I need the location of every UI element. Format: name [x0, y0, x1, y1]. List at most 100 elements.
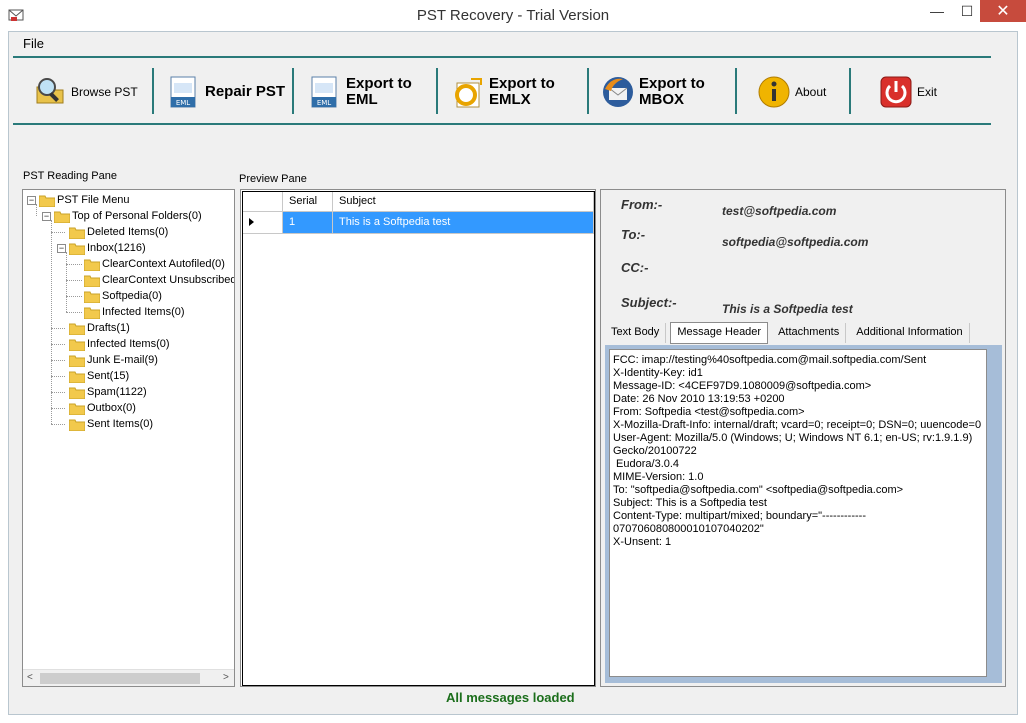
export-eml-button[interactable]: EML Export to EML [308, 70, 412, 114]
repair-pst-label: Repair PST [205, 83, 286, 100]
cell-serial[interactable]: 1 [283, 212, 333, 234]
tree-item-inbox-infected-items[interactable]: Infected Items(0) [84, 304, 185, 320]
tree-item-drafts[interactable]: Drafts(1) [69, 320, 130, 336]
browse-pst-label: Browse PST [71, 85, 138, 99]
thunderbird-icon [603, 77, 633, 107]
minimize-button[interactable]: — [920, 0, 954, 22]
cell-subject[interactable]: This is a Softpedia test [333, 212, 594, 234]
status-text: All messages loaded [446, 690, 575, 705]
folder-icon [84, 291, 100, 303]
vertical-scrollbar[interactable] [988, 349, 1002, 677]
export-emlx-line2: EMLX [489, 91, 531, 108]
folder-icon [69, 339, 85, 351]
toolbar-divider-bottom [13, 123, 991, 125]
message-details-pane: From:- test@softpedia.com To:- softpedia… [600, 189, 1006, 687]
repair-pst-button[interactable]: EML Repair PST [167, 70, 285, 114]
to-value: softpedia@softpedia.com [722, 235, 869, 249]
tree-item-spam[interactable]: Spam(1122) [69, 384, 147, 400]
scroll-right-icon[interactable]: > [223, 672, 229, 683]
folder-icon [54, 211, 70, 223]
from-value: test@softpedia.com [722, 204, 837, 218]
close-button[interactable]: ✕ [980, 0, 1026, 22]
preview-pane-label: Preview Pane [239, 173, 307, 185]
tree-item-softpedia[interactable]: Softpedia(0) [84, 288, 162, 304]
tree-item-label: ClearContext Autofiled(0) [102, 258, 225, 270]
export-emlx-line1: Export to [489, 75, 555, 92]
export-eml-label: Export to EML [346, 76, 412, 108]
about-button[interactable]: About [757, 70, 826, 114]
collapse-icon[interactable]: − [42, 211, 51, 221]
info-icon [758, 76, 790, 108]
tree-connector [66, 280, 82, 281]
folder-icon [84, 307, 100, 319]
folder-tree: − PST File Menu − Top of Personal Folder… [22, 189, 235, 687]
toolbar-divider [587, 68, 589, 114]
tab-content: FCC: imap://testing%40softpedia.com@mail… [605, 345, 1002, 683]
toolbar: Browse PST EML Repair PST EML Export to … [13, 60, 991, 124]
subject-label: Subject:- [621, 295, 677, 310]
browse-pst-button[interactable]: Browse PST [33, 70, 138, 114]
toolbar-divider [735, 68, 737, 114]
scroll-left-icon[interactable]: < [27, 672, 33, 683]
export-emlx-button[interactable]: Export to EMLX [451, 70, 555, 114]
tree-item-top-of-personal-folders[interactable]: − Top of Personal Folders(0) [42, 208, 202, 224]
table-row[interactable]: 1 This is a Softpedia test [243, 212, 594, 234]
tree-connector [51, 344, 65, 345]
scrollbar-thumb[interactable] [40, 673, 200, 684]
preview-grid: Serial Subject 1 This is a Softpedia tes… [240, 189, 596, 687]
grid-header: Serial Subject [243, 192, 594, 212]
exit-button[interactable]: Exit [879, 70, 937, 114]
message-header-text[interactable]: FCC: imap://testing%40softpedia.com@mail… [609, 349, 987, 677]
tree-item-root[interactable]: − PST File Menu [27, 192, 130, 208]
toolbar-divider [292, 68, 294, 114]
folder-icon [84, 275, 100, 287]
to-label: To:- [621, 227, 646, 242]
from-label: From:- [621, 197, 663, 212]
tree-item-outbox[interactable]: Outbox(0) [69, 400, 136, 416]
tree-item-label: ClearContext Unsubscribed [102, 274, 235, 286]
about-label: About [795, 85, 827, 99]
tree-item-sent-items[interactable]: Sent Items(0) [69, 416, 153, 432]
tree-item-clearcontext-autofiled[interactable]: ClearContext Autofiled(0) [84, 256, 225, 272]
exit-label: Exit [917, 85, 938, 99]
cc-label: CC:- [621, 260, 649, 275]
power-icon [880, 76, 912, 108]
tree-connector [51, 424, 65, 425]
tree-item-label: Outbox(0) [87, 402, 136, 414]
maximize-button[interactable]: ☐ [954, 0, 980, 22]
tab-message-header[interactable]: Message Header [670, 322, 769, 344]
tree-connector [51, 392, 65, 393]
tree-item-deleted-items[interactable]: Deleted Items(0) [69, 224, 168, 240]
tree-connector [66, 252, 67, 312]
tab-attachments[interactable]: Attachments [772, 323, 847, 343]
menu-bar: File [9, 32, 1017, 54]
tab-text-body[interactable]: Text Body [605, 323, 667, 343]
collapse-icon[interactable]: − [27, 195, 36, 205]
reading-pane-label: PST Reading Pane [23, 170, 117, 182]
folder-icon [69, 403, 85, 415]
tree-item-junk-email[interactable]: Junk E-mail(9) [69, 352, 158, 368]
tree-item-label: Sent(15) [87, 370, 130, 382]
tree-item-inbox[interactable]: − Inbox(1216) [57, 240, 146, 256]
menu-file[interactable]: File [23, 36, 44, 51]
tree-item-label: Top of Personal Folders(0) [72, 210, 202, 222]
folder-icon [69, 419, 85, 431]
tree-connector [66, 296, 82, 297]
tab-additional-information[interactable]: Additional Information [850, 323, 970, 343]
column-serial[interactable]: Serial [283, 192, 333, 212]
row-selector[interactable] [243, 212, 283, 234]
tree-item-sent[interactable]: Sent(15) [69, 368, 129, 384]
export-mbox-button[interactable]: Export to MBOX [601, 70, 705, 114]
tree-horizontal-scrollbar[interactable]: < > [23, 669, 234, 686]
toolbar-divider [849, 68, 851, 114]
tree-item-infected-items[interactable]: Infected Items(0) [69, 336, 170, 352]
eml-file-icon: EML [311, 76, 337, 108]
collapse-icon[interactable]: − [57, 243, 66, 253]
tree-item-clearcontext-unsubscribed[interactable]: ClearContext Unsubscribed [84, 272, 235, 288]
export-mbox-line2: MBOX [639, 91, 684, 108]
magnifier-folder-icon [36, 78, 64, 104]
svg-text:EML: EML [176, 99, 190, 107]
column-subject[interactable]: Subject [333, 192, 594, 212]
menu-divider [13, 56, 991, 58]
toolbar-divider [436, 68, 438, 114]
